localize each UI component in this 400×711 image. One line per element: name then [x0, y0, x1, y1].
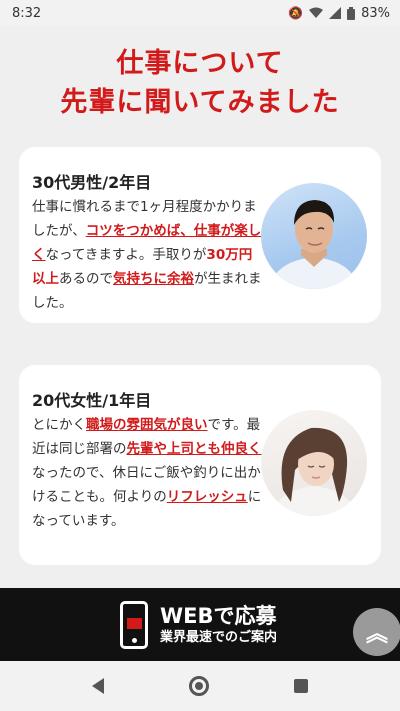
- male-portrait-icon: [269, 200, 359, 289]
- page-title: 仕事について 先輩に聞いてみました: [0, 44, 400, 122]
- headline-line-2: 先輩に聞いてみました: [60, 87, 340, 118]
- scroll-to-top-button[interactable]: ︽: [353, 608, 400, 656]
- testimonial-text: 仕事に慣れるまで1ヶ月程度かかりましたが、コツをつかめば、仕事が楽しくなってきま…: [32, 195, 262, 315]
- double-chevron-up-icon: ︽: [365, 622, 388, 647]
- highlight-text: 職場の雰囲気が良い: [86, 417, 208, 433]
- phone-mail-icon: [120, 600, 148, 649]
- avatar: [261, 183, 367, 289]
- status-icons: 🔕 83%: [288, 6, 390, 21]
- page-content: 仕事について 先輩に聞いてみました 30代男性/2年目 仕事に慣れるまで1ヶ月程…: [0, 26, 400, 588]
- testimonial-card: 30代男性/2年目 仕事に慣れるまで1ヶ月程度かかりましたが、コツをつかめば、仕…: [19, 147, 381, 323]
- highlight-text: 先輩や上司とも仲良く: [126, 441, 262, 457]
- cta-main-label: WEBで応募: [160, 603, 277, 628]
- signal-icon: [329, 7, 342, 19]
- avatar: [261, 410, 367, 516]
- testimonial-title: 30代男性/2年目: [32, 173, 152, 192]
- highlight-text: 気持ちに余裕: [113, 271, 194, 287]
- status-time: 8:32: [12, 5, 42, 21]
- cta-sub-label: 業界最速でのご案内: [160, 629, 278, 645]
- text-segment: なってきますよ。手取りが: [45, 247, 207, 263]
- testimonial-text: とにかく職場の雰囲気が良いです。最近は同じ部署の先輩や上司とも仲良くなったので、…: [32, 413, 262, 533]
- home-icon[interactable]: [188, 676, 209, 696]
- mute-icon: 🔕: [288, 6, 304, 20]
- android-nav-bar: [0, 661, 400, 711]
- headline-line-1: 仕事について: [116, 48, 284, 79]
- testimonial-card: 20代女性/1年目 とにかく職場の雰囲気が良いです。最近は同じ部署の先輩や上司と…: [19, 365, 381, 565]
- wifi-icon: [309, 7, 324, 18]
- female-portrait-icon: [271, 427, 357, 516]
- apply-web-button[interactable]: WEBで応募 業界最速でのご案内: [0, 588, 400, 661]
- text-segment: とにかく: [32, 417, 86, 433]
- back-icon[interactable]: [92, 678, 105, 694]
- highlight-text: リフレッシュ: [166, 489, 248, 505]
- testimonial-title: 20代女性/1年目: [32, 391, 152, 410]
- cta-text: WEBで応募 業界最速でのご案内: [160, 603, 277, 647]
- battery-percent: 83%: [361, 5, 390, 21]
- status-bar: 8:32 🔕 83%: [0, 0, 400, 26]
- recent-apps-icon[interactable]: [293, 679, 308, 693]
- text-segment: あるので: [59, 271, 113, 287]
- battery-icon: [347, 6, 356, 20]
